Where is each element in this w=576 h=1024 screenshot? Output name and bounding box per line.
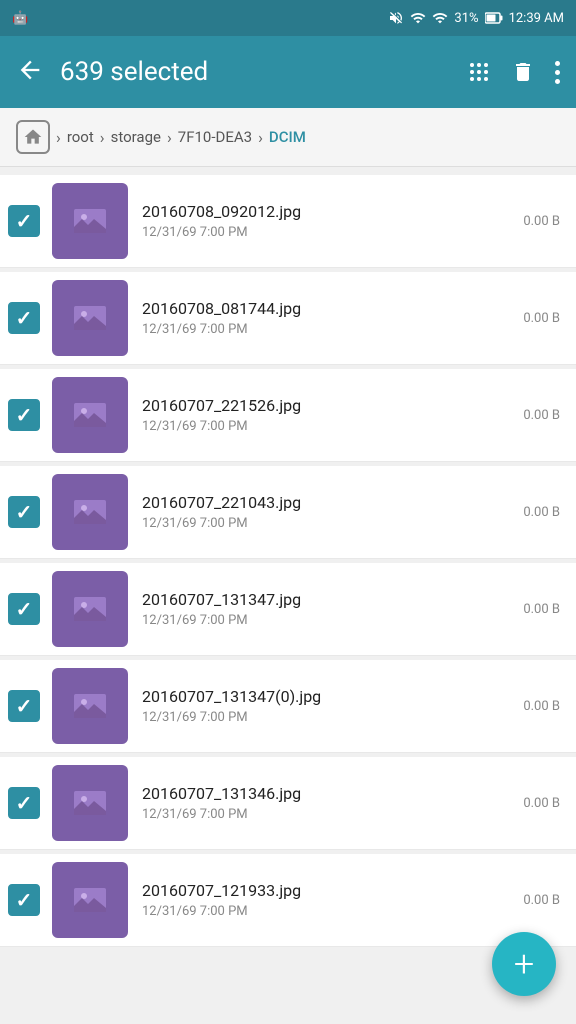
file-info-2: 20160707_221526.jpg 12/31/69 7:00 PM	[142, 396, 515, 434]
back-button[interactable]	[16, 56, 44, 89]
file-checkbox-6[interactable]: ✓	[8, 787, 40, 819]
file-thumbnail-4	[52, 571, 128, 647]
file-name-2: 20160707_221526.jpg	[142, 396, 515, 415]
wifi-icon	[410, 10, 426, 26]
breadcrumb-root[interactable]: root	[67, 128, 94, 146]
fab-add-button[interactable]: +	[492, 932, 556, 996]
battery-text: 31%	[454, 11, 478, 26]
file-checkbox-4[interactable]: ✓	[8, 593, 40, 625]
file-item[interactable]: ✓ 20160707_221043.jpg 12/31/69 7:00 PM 0…	[0, 466, 576, 559]
file-name-0: 20160708_092012.jpg	[142, 202, 515, 221]
breadcrumb-sep-2: ›	[100, 128, 105, 147]
file-thumbnail-2	[52, 377, 128, 453]
app-bar: 639 selected	[0, 36, 576, 108]
file-name-6: 20160707_131346.jpg	[142, 784, 515, 803]
file-info-3: 20160707_221043.jpg 12/31/69 7:00 PM	[142, 493, 515, 531]
file-date-2: 12/31/69 7:00 PM	[142, 419, 515, 434]
file-item[interactable]: ✓ 20160707_221526.jpg 12/31/69 7:00 PM 0…	[0, 369, 576, 462]
file-date-1: 12/31/69 7:00 PM	[142, 322, 515, 337]
file-item[interactable]: ✓ 20160707_131347.jpg 12/31/69 7:00 PM 0…	[0, 563, 576, 656]
status-bar: 🤖 31% 12:39 AM	[0, 0, 576, 36]
checkmark-4: ✓	[16, 599, 33, 619]
file-info-0: 20160708_092012.jpg 12/31/69 7:00 PM	[142, 202, 515, 240]
file-thumbnail-1	[52, 280, 128, 356]
file-date-4: 12/31/69 7:00 PM	[142, 613, 515, 628]
file-info-5: 20160707_131347(0).jpg 12/31/69 7:00 PM	[142, 687, 515, 725]
file-size-2: 0.00 B	[523, 408, 560, 423]
file-thumbnail-7	[52, 862, 128, 938]
file-item[interactable]: ✓ 20160707_131346.jpg 12/31/69 7:00 PM 0…	[0, 757, 576, 850]
file-size-5: 0.00 B	[523, 699, 560, 714]
file-size-0: 0.00 B	[523, 214, 560, 229]
file-checkbox-3[interactable]: ✓	[8, 496, 40, 528]
checkmark-5: ✓	[16, 696, 33, 716]
file-thumbnail-5	[52, 668, 128, 744]
breadcrumb: › root › storage › 7F10-DEA3 › DCIM	[0, 108, 576, 167]
vertical-dots-icon	[555, 61, 560, 84]
file-size-1: 0.00 B	[523, 311, 560, 326]
file-checkbox-1[interactable]: ✓	[8, 302, 40, 334]
fab-plus-icon: +	[514, 946, 534, 982]
file-thumbnail-6	[52, 765, 128, 841]
home-button[interactable]	[16, 120, 50, 154]
file-checkbox-2[interactable]: ✓	[8, 399, 40, 431]
signal-icon	[432, 10, 448, 26]
breadcrumb-current[interactable]: DCIM	[269, 128, 306, 146]
breadcrumb-sep-3: ›	[167, 128, 172, 147]
file-item[interactable]: ✓ 20160707_121933.jpg 12/31/69 7:00 PM 0…	[0, 854, 576, 947]
file-name-7: 20160707_121933.jpg	[142, 881, 515, 900]
delete-button[interactable]	[511, 60, 535, 84]
battery-icon	[485, 12, 503, 24]
file-list: ✓ 20160708_092012.jpg 12/31/69 7:00 PM 0…	[0, 167, 576, 955]
checkmark-7: ✓	[16, 890, 33, 910]
breadcrumb-sep-1: ›	[56, 128, 61, 147]
checkmark-3: ✓	[16, 502, 33, 522]
file-name-3: 20160707_221043.jpg	[142, 493, 515, 512]
app-bar-actions	[467, 60, 560, 84]
file-info-1: 20160708_081744.jpg 12/31/69 7:00 PM	[142, 299, 515, 337]
status-bar-left: 🤖	[12, 11, 380, 26]
file-info-6: 20160707_131346.jpg 12/31/69 7:00 PM	[142, 784, 515, 822]
file-date-0: 12/31/69 7:00 PM	[142, 225, 515, 240]
file-date-6: 12/31/69 7:00 PM	[142, 807, 515, 822]
file-thumbnail-3	[52, 474, 128, 550]
file-name-5: 20160707_131347(0).jpg	[142, 687, 515, 706]
file-info-4: 20160707_131347.jpg 12/31/69 7:00 PM	[142, 590, 515, 628]
file-date-3: 12/31/69 7:00 PM	[142, 516, 515, 531]
status-icons: 31% 12:39 AM	[388, 10, 564, 26]
breadcrumb-sep-4: ›	[258, 128, 263, 147]
file-thumbnail-0	[52, 183, 128, 259]
breadcrumb-storage[interactable]: storage	[111, 128, 161, 146]
file-info-7: 20160707_121933.jpg 12/31/69 7:00 PM	[142, 881, 515, 919]
time-text: 12:39 AM	[509, 11, 564, 26]
grid-view-button[interactable]	[467, 60, 491, 84]
checkmark-2: ✓	[16, 405, 33, 425]
file-item[interactable]: ✓ 20160707_131347(0).jpg 12/31/69 7:00 P…	[0, 660, 576, 753]
file-checkbox-0[interactable]: ✓	[8, 205, 40, 237]
file-size-3: 0.00 B	[523, 505, 560, 520]
selection-count: 639 selected	[60, 57, 451, 87]
file-date-7: 12/31/69 7:00 PM	[142, 904, 515, 919]
file-size-4: 0.00 B	[523, 602, 560, 617]
file-item[interactable]: ✓ 20160708_081744.jpg 12/31/69 7:00 PM 0…	[0, 272, 576, 365]
file-name-1: 20160708_081744.jpg	[142, 299, 515, 318]
file-date-5: 12/31/69 7:00 PM	[142, 710, 515, 725]
file-item[interactable]: ✓ 20160708_092012.jpg 12/31/69 7:00 PM 0…	[0, 175, 576, 268]
file-name-4: 20160707_131347.jpg	[142, 590, 515, 609]
file-size-7: 0.00 B	[523, 893, 560, 908]
more-options-button[interactable]	[555, 61, 560, 84]
breadcrumb-device[interactable]: 7F10-DEA3	[178, 128, 252, 146]
checkmark-1: ✓	[16, 308, 33, 328]
file-checkbox-7[interactable]: ✓	[8, 884, 40, 916]
file-size-6: 0.00 B	[523, 796, 560, 811]
checkmark-0: ✓	[16, 211, 33, 231]
checkmark-6: ✓	[16, 793, 33, 813]
file-checkbox-5[interactable]: ✓	[8, 690, 40, 722]
mute-icon	[388, 10, 404, 26]
